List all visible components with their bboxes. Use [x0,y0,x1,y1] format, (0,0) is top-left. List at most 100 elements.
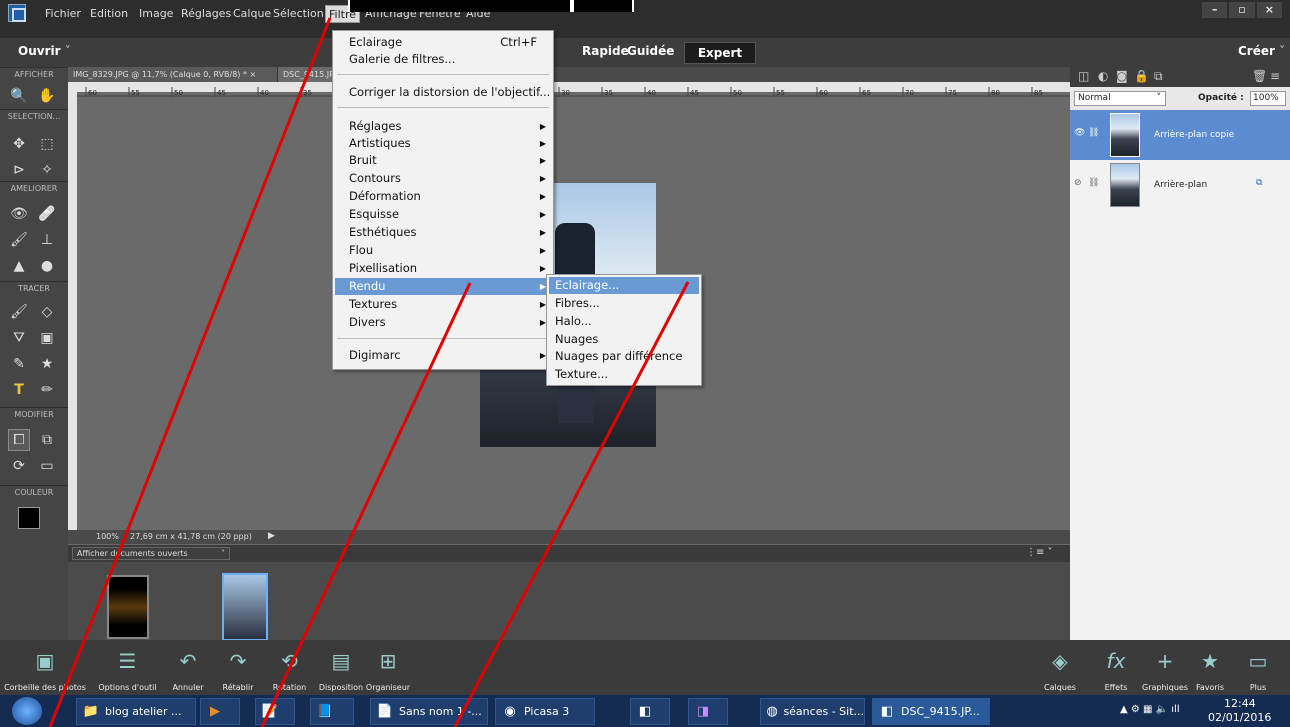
new-layer-icon[interactable]: ◫ [1078,69,1089,83]
mode-guided-tab[interactable]: Guidée [627,44,674,58]
favorites-button[interactable]: ★ Favoris [1192,640,1228,695]
sponge-icon[interactable]: ● [36,255,58,277]
task-elements-2[interactable]: ◨ [688,698,728,725]
tray-icons[interactable]: ▲ ⚙ ▦ 🔈 ıll [1120,704,1180,715]
menu-fichier[interactable]: Fichier [42,5,84,23]
menu-item-esthetiques[interactable]: Esthétiques ▶ [335,224,551,241]
red-eye-icon[interactable]: 👁 [8,203,30,225]
foreground-color-swatch[interactable] [18,507,40,529]
text-icon[interactable]: T [8,379,30,401]
task-photoshop[interactable]: ◧ DSC_9415.JP... [872,698,990,725]
photo-bin-button[interactable]: ▣ Corbeille des photos [0,640,90,695]
hand-icon[interactable]: ✋ [36,85,58,107]
bin-thumbnail-1[interactable] [107,575,149,639]
stamp-icon[interactable]: ⊥ [36,229,58,251]
submenu-item-texture[interactable]: Texture... [549,366,699,383]
organizer-button[interactable]: ⊞ Organiseur [366,640,410,695]
lasso-icon[interactable]: ⊳ [8,159,30,181]
menu-item-distorsion[interactable]: Corriger la distorsion de l'objectif... [335,84,551,101]
move-icon[interactable]: ✥ [8,133,30,155]
task-book[interactable]: 📘 [310,698,354,725]
task-notepad[interactable]: 📝 [255,698,295,725]
marquee-icon[interactable]: ⬚ [36,133,58,155]
eraser-icon[interactable]: ◇ [36,301,58,323]
menu-reglages[interactable]: Réglages [178,5,234,23]
menu-item-galerie[interactable]: Galerie de filtres... [335,51,551,68]
adjustment-layer-icon[interactable]: ◐ [1098,69,1108,83]
brush-icon[interactable]: 🖌 [8,229,30,251]
menu-item-artistiques[interactable]: Artistiques ▶ [335,135,551,152]
open-button[interactable]: Ouvrir ˅ [18,44,71,58]
layers-button[interactable]: ◈ Calques [1040,640,1080,695]
menu-item-pixellisation[interactable]: Pixellisation ▶ [335,260,551,277]
menu-item-divers[interactable]: Divers ▶ [335,314,551,331]
crop-icon[interactable]: ⧠ [8,429,30,451]
menu-calque[interactable]: Calque [230,5,274,23]
eye-icon[interactable]: 👁 [1074,128,1085,138]
submenu-item-nuages[interactable]: Nuages [549,331,699,348]
layout-button[interactable]: ▤ Disposition [316,640,366,695]
menu-item-textures[interactable]: Textures ▶ [335,296,551,313]
mode-rapid-tab[interactable]: Rapide [582,44,629,58]
undo-button[interactable]: ↶ Annuler [168,640,208,695]
opacity-field[interactable]: 100% [1250,91,1286,106]
eye-hidden-icon[interactable]: ⊘ [1074,178,1082,188]
paintbrush-icon[interactable]: 🖌 [8,301,30,323]
create-button[interactable]: Créer ˅ [1238,44,1285,58]
bandage-icon[interactable]: 🩹 [36,203,58,225]
menu-item-esquisse[interactable]: Esquisse ▶ [335,206,551,223]
effects-button[interactable]: fx Effets [1096,640,1136,695]
bin-thumbnail-2[interactable] [222,573,268,641]
menu-edition[interactable]: Edition [87,5,131,23]
trash-icon[interactable]: 🗑 [1252,69,1267,83]
sharpen-icon[interactable]: ▲ [8,255,30,277]
task-blog[interactable]: 📁 blog atelier ... [76,698,196,725]
tab-doc-1[interactable]: IMG_8329.JPG @ 11,7% (Calque 0, RVB/8) *… [68,67,278,82]
shape-icon[interactable]: ★ [36,353,58,375]
menu-image[interactable]: Image [136,5,176,23]
status-arrow-icon[interactable]: ▶ [268,531,275,541]
task-picasa[interactable]: ◉ Picasa 3 [495,698,595,725]
bin-menu-icon[interactable]: ⋮≡ ˅ [1026,547,1053,558]
mode-expert-tab[interactable]: Expert [684,42,756,64]
layer-row[interactable]: 👁 ⛓ Arrière-plan copie [1070,110,1290,160]
menu-item-flou[interactable]: Flou ▶ [335,242,551,259]
zoom-icon[interactable]: 🔍 [8,85,30,107]
menu-item-bruit[interactable]: Bruit ▶ [335,152,551,169]
panel-menu-icon[interactable]: ≡ [1270,69,1280,83]
blend-mode-select[interactable]: Normal ˅ [1074,91,1166,106]
submenu-item-halo[interactable]: Halo... [549,313,699,330]
task-writer[interactable]: 📄 Sans nom 1 -... [370,698,488,725]
redo-button[interactable]: ↷ Rétablir [218,640,258,695]
submenu-item-fibres[interactable]: Fibres... [549,295,699,312]
menu-item-deformation[interactable]: Déformation ▶ [335,188,551,205]
magic-wand-icon[interactable]: ✧ [36,159,58,181]
mask-icon[interactable]: ◙ [1116,69,1128,83]
lock-icon[interactable]: 🔒 [1134,69,1149,83]
straighten-icon[interactable]: ▭ [36,455,58,477]
restore-icon[interactable]: ▫ [1229,2,1255,18]
menu-item-reglages[interactable]: Réglages ▶ [335,118,551,135]
gradient-icon[interactable]: ▣ [36,327,58,349]
close-icon[interactable]: × [1256,2,1282,18]
rotate-button[interactable]: ⟲ Rotation [267,640,312,695]
task-chrome[interactable]: ◍ séances - Sit... [760,698,865,725]
menu-item-eclairage[interactable]: Eclairage Ctrl+F [335,34,551,51]
paint-bucket-icon[interactable]: ⛛ [8,327,30,349]
menu-item-contours[interactable]: Contours ▶ [335,170,551,187]
eyedropper-icon[interactable]: ✎ [8,353,30,375]
tab-doc-2[interactable]: DSC_9415.JP [278,67,338,82]
start-button-icon[interactable] [12,697,42,725]
content-move-icon[interactable]: ⟳ [8,455,30,477]
more-button[interactable]: ▭ Plus [1240,640,1276,695]
menu-item-rendu[interactable]: Rendu ▶ [335,278,551,295]
submenu-item-nuages-difference[interactable]: Nuages par différence [549,348,699,365]
task-elements-1[interactable]: ◧ [630,698,670,725]
recompose-icon[interactable]: ⧉ [36,429,58,451]
submenu-item-eclairage[interactable]: Eclairage... [549,277,699,294]
bin-dropdown[interactable]: Afficher documents ouverts ˅ [72,547,230,560]
layer-row[interactable]: ⊘ ⛓ Arrière-plan ⧉ [1070,160,1290,210]
graphics-button[interactable]: + Graphiques [1142,640,1188,695]
pencil-icon[interactable]: ✏ [36,379,58,401]
menu-item-digimarc[interactable]: Digimarc ▶ [335,347,551,364]
